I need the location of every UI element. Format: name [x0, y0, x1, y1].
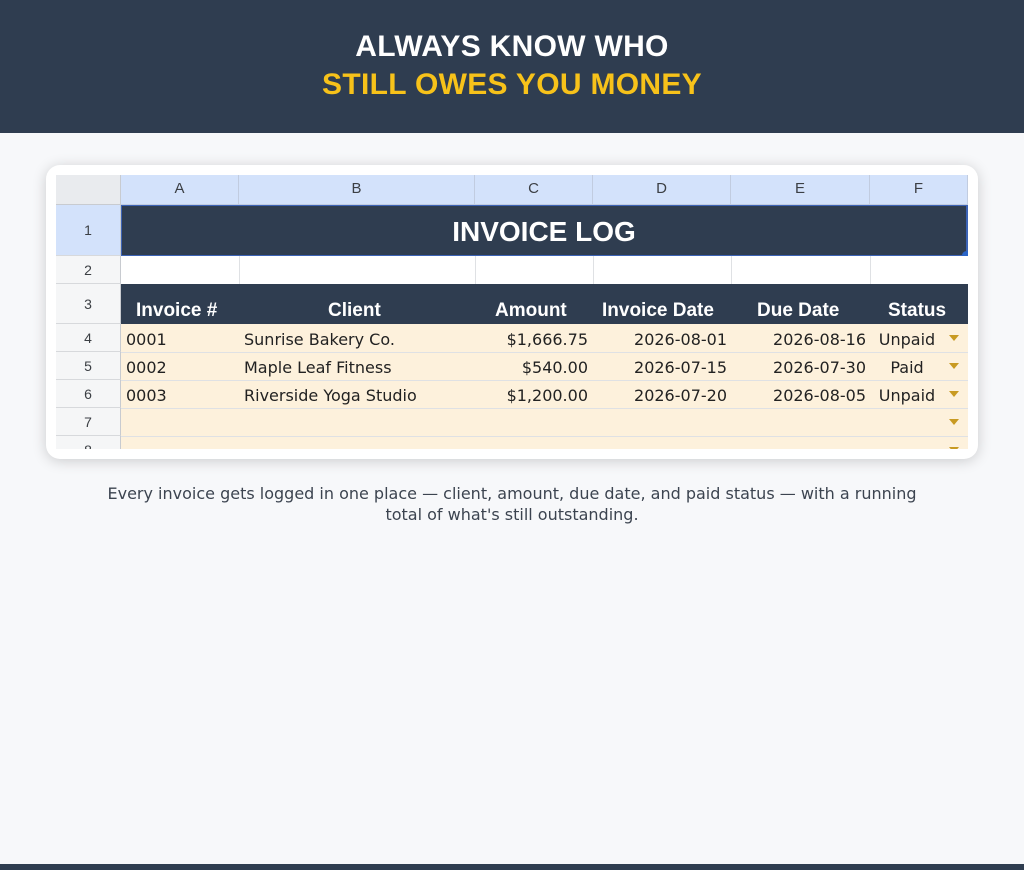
column-header-a[interactable]: A	[121, 175, 239, 205]
status-dropdown[interactable]: Unpaid	[870, 380, 944, 408]
gridline	[475, 256, 476, 284]
gridline	[239, 256, 240, 284]
chevron-down-icon[interactable]	[949, 391, 959, 397]
chevron-down-icon[interactable]	[949, 447, 959, 449]
table-cell-invoice[interactable]: 0003	[126, 380, 167, 408]
table-cell-client[interactable]: Riverside Yoga Studio	[244, 380, 417, 408]
empty-row-2[interactable]	[121, 256, 968, 284]
header-invoice-number[interactable]: Invoice #	[136, 284, 217, 324]
column-header-d[interactable]: D	[593, 175, 731, 205]
column-header-b[interactable]: B	[239, 175, 475, 205]
table-cell-invoice[interactable]: 0002	[126, 352, 167, 380]
table-cell-due-date[interactable]: 2026-07-30	[731, 352, 866, 380]
row-header-3[interactable]: 3	[56, 284, 121, 324]
footer-bar	[0, 864, 1024, 870]
row-header-1[interactable]: 1	[56, 205, 121, 256]
table-cell-amount[interactable]: $540.00	[475, 352, 588, 380]
header-invoice-date[interactable]: Invoice Date	[602, 284, 714, 324]
feature-caption: Every invoice gets logged in one place —…	[107, 484, 917, 524]
invoice-log-title[interactable]: INVOICE LOG	[121, 205, 968, 256]
chevron-down-icon[interactable]	[949, 363, 959, 369]
headline-line-1: ALWAYS KNOW WHO	[355, 30, 669, 63]
header-client[interactable]: Client	[328, 284, 381, 324]
header-due-date[interactable]: Due Date	[757, 284, 839, 324]
row-header-4[interactable]: 4	[56, 324, 121, 352]
row-header-8[interactable]: 8	[56, 436, 121, 449]
table-cell-invoice-date[interactable]: 2026-08-01	[593, 324, 727, 352]
select-all-corner[interactable]	[56, 175, 121, 205]
row-header-7[interactable]: 7	[56, 408, 121, 436]
column-header-e[interactable]: E	[731, 175, 870, 205]
gridline	[121, 436, 968, 437]
table-cell-client[interactable]: Sunrise Bakery Co.	[244, 324, 395, 352]
chevron-down-icon[interactable]	[949, 419, 959, 425]
status-dropdown[interactable]: Paid	[870, 352, 944, 380]
column-header-c[interactable]: C	[475, 175, 593, 205]
gridline	[593, 256, 594, 284]
spreadsheet-card: A B C D E F 1 2 3 4 5 6 7 8 INVOICE LOG …	[46, 165, 978, 459]
row-header-5[interactable]: 5	[56, 352, 121, 380]
headline-line-2: STILL OWES YOU MONEY	[322, 68, 702, 101]
hero-banner: ALWAYS KNOW WHO STILL OWES YOU MONEY	[0, 0, 1024, 133]
header-amount[interactable]: Amount	[495, 284, 567, 324]
column-header-f[interactable]: F	[870, 175, 968, 205]
gridline	[731, 256, 732, 284]
table-cell-invoice[interactable]: 0001	[126, 324, 167, 352]
chevron-down-icon[interactable]	[949, 335, 959, 341]
status-dropdown[interactable]: Unpaid	[870, 324, 944, 352]
table-cell-amount[interactable]: $1,200.00	[475, 380, 588, 408]
header-status[interactable]: Status	[888, 284, 946, 324]
row-header-6[interactable]: 6	[56, 380, 121, 408]
table-cell-due-date[interactable]: 2026-08-05	[731, 380, 866, 408]
table-header-row: Invoice # Client Amount Invoice Date Due…	[121, 284, 968, 324]
table-cell-due-date[interactable]: 2026-08-16	[731, 324, 866, 352]
table-cell-client[interactable]: Maple Leaf Fitness	[244, 352, 392, 380]
gridline	[121, 408, 968, 409]
table-cell-invoice-date[interactable]: 2026-07-15	[593, 352, 727, 380]
row-header-2[interactable]: 2	[56, 256, 121, 284]
table-cell-invoice-date[interactable]: 2026-07-20	[593, 380, 727, 408]
table-cell-amount[interactable]: $1,666.75	[475, 324, 588, 352]
gridline	[870, 256, 871, 284]
spreadsheet: A B C D E F 1 2 3 4 5 6 7 8 INVOICE LOG …	[56, 175, 968, 449]
